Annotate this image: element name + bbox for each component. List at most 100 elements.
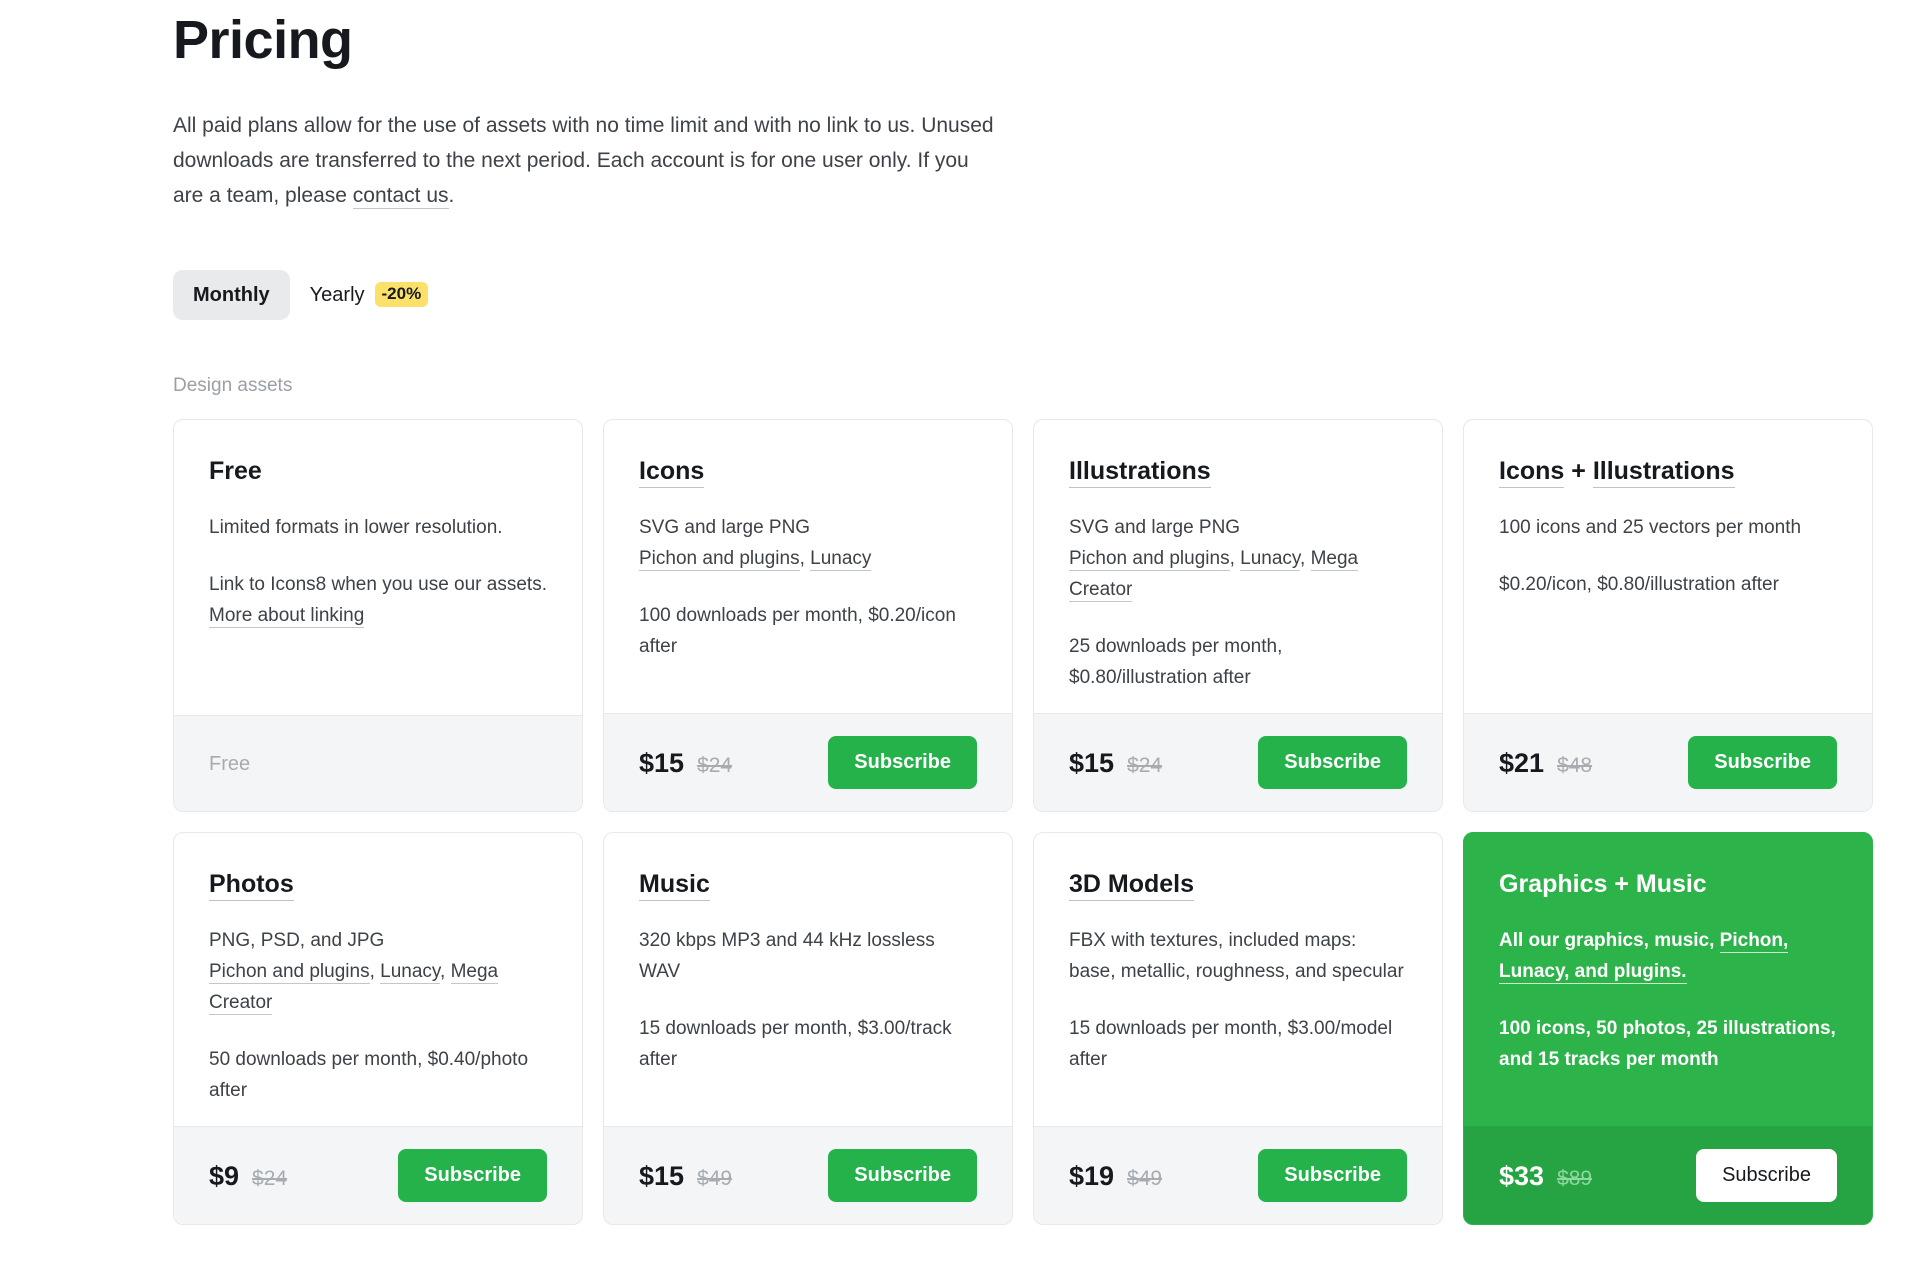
price-original-strikethrough: $49 — [697, 1166, 733, 1190]
pricing-card-text: 50 downloads per month, $0.40/photo afte… — [209, 1044, 547, 1106]
pricing-card-link[interactable]: Lunacy — [1240, 548, 1300, 571]
pricing-card-text-segment: FBX with textures, included maps: base, … — [1069, 930, 1404, 982]
subscribe-button[interactable]: Subscribe — [1258, 736, 1407, 789]
price-block: $33 $89 — [1499, 1160, 1592, 1192]
subscribe-button[interactable]: Subscribe — [1696, 1149, 1837, 1202]
discount-badge: -20% — [374, 282, 429, 307]
pricing-card-text-segment: All our graphics, music, — [1499, 930, 1720, 951]
pricing-card-footer: $19 $49 Subscribe — [1034, 1126, 1442, 1224]
pricing-card: 3D Models FBX with textures, included map… — [1033, 832, 1443, 1225]
subscribe-button[interactable]: Subscribe — [398, 1149, 547, 1202]
pricing-card-link[interactable]: Lunacy — [380, 961, 440, 984]
subscribe-button[interactable]: Subscribe — [1688, 736, 1837, 789]
billing-toggle-yearly-label: Yearly — [309, 283, 365, 306]
pricing-card-text: 15 downloads per month, $3.00/model afte… — [1069, 1013, 1407, 1075]
pricing-card-title-text: Free — [209, 457, 262, 485]
pricing-card-link[interactable]: More about linking — [209, 605, 365, 628]
billing-toggle-monthly[interactable]: Monthly — [173, 269, 290, 320]
pricing-card: Illustrations SVG and large PNG Pichon and… — [1033, 419, 1443, 812]
pricing-card-link[interactable]: Pichon and plugins — [639, 548, 800, 571]
pricing-card-footer: $15 $49 Subscribe — [604, 1126, 1012, 1224]
pricing-card-body: 3D Models FBX with textures, included map… — [1034, 833, 1442, 1126]
price-free-label: Free — [209, 752, 251, 775]
pricing-card-text: SVG and large PNG Pichon and plugins, Lun… — [639, 512, 977, 574]
pricing-card-text: Link to Icons8 when you use our assets. … — [209, 569, 547, 631]
pricing-card-title-text[interactable]: Illustrations — [1069, 457, 1211, 488]
price-current: $15 — [639, 747, 685, 778]
pricing-card-link[interactable]: Pichon and plugins — [1069, 548, 1230, 571]
pricing-card-title: Illustrations — [1069, 456, 1211, 488]
pricing-card-title-text: Graphics + Music — [1499, 870, 1707, 898]
intro-text-part2: . — [448, 184, 455, 207]
pricing-card-text: 25 downloads per month, $0.80/illustrati… — [1069, 631, 1407, 693]
pricing-card-footer: $33 $89 Subscribe — [1464, 1126, 1872, 1224]
subscribe-button[interactable]: Subscribe — [828, 1149, 977, 1202]
pricing-card-text: FBX with textures, included maps: base, … — [1069, 925, 1407, 987]
pricing-card-text-segment: 100 downloads per month, $0.20/icon afte… — [639, 605, 956, 657]
price-current: $19 — [1069, 1160, 1115, 1191]
pricing-card-text-segment: , — [799, 548, 811, 569]
pricing-card-text-segment: 320 kbps MP3 and 44 kHz lossless WAV — [639, 930, 935, 982]
pricing-card-title: Icons + Illustrations — [1499, 456, 1735, 488]
pricing-card-body: Music 320 kbps MP3 and 44 kHz lossless WA… — [604, 833, 1012, 1126]
price-block: $15 $24 — [1069, 747, 1162, 779]
pricing-card-text: 15 downloads per month, $3.00/track afte… — [639, 1013, 977, 1075]
pricing-card-title-part[interactable]: Icons — [1499, 457, 1565, 488]
pricing-card-title-text[interactable]: Icons — [639, 457, 705, 488]
price-block: $15 $24 — [639, 747, 732, 779]
pricing-card-text-segment: 25 downloads per month, $0.80/illustrati… — [1069, 636, 1283, 688]
pricing-card-title-part[interactable]: Illustrations — [1592, 457, 1735, 488]
pricing-card-text-segment: PNG, PSD, and JPG — [209, 930, 385, 951]
price-original-strikethrough: $24 — [1127, 753, 1163, 777]
pricing-card: Icons SVG and large PNG Pichon and plugins… — [603, 419, 1013, 812]
pricing-card-title-text[interactable]: Music — [639, 870, 710, 901]
price-original-strikethrough: $89 — [1557, 1166, 1593, 1190]
pricing-card-text: All our graphics, music, Pichon, Lunacy,… — [1499, 925, 1837, 987]
pricing-card-title-text[interactable]: 3D Models — [1069, 870, 1195, 901]
intro-paragraph: All paid plans allow for the use of asse… — [173, 108, 1003, 213]
page-title: Pricing — [173, 10, 353, 70]
price-current: $15 — [639, 1160, 685, 1191]
pricing-card-text: 100 icons, 50 photos, 25 illustrations, … — [1499, 1013, 1837, 1075]
pricing-card-body: Icons SVG and large PNG Pichon and plugins… — [604, 420, 1012, 713]
pricing-card-text: SVG and large PNG Pichon and plugins, Lun… — [1069, 512, 1407, 605]
pricing-card-text-segment: 15 downloads per month, $3.00/model afte… — [1069, 1018, 1393, 1070]
pricing-card-text: Limited formats in lower resolution. — [209, 512, 547, 543]
pricing-card-title: 3D Models — [1069, 869, 1195, 901]
price-original-strikethrough: $24 — [252, 1166, 288, 1190]
pricing-card-text-segment: Link to Icons8 when you use our assets. — [209, 574, 547, 595]
price-current: $21 — [1499, 747, 1545, 778]
pricing-card-text-segment: 100 icons, 50 photos, 25 illustrations, … — [1499, 1018, 1836, 1070]
pricing-card-text: $0.20/icon, $0.80/illustration after — [1499, 569, 1837, 600]
pricing-card-text-segment: SVG and large PNG — [639, 517, 811, 538]
pricing-card-text: 320 kbps MP3 and 44 kHz lossless WAV — [639, 925, 977, 987]
pricing-card-body: Photos PNG, PSD, and JPG Pichon and plugin… — [174, 833, 582, 1126]
price-original-strikethrough: $24 — [697, 753, 733, 777]
billing-toggle-yearly[interactable]: Yearly -20% — [290, 269, 449, 320]
pricing-card-text-segment: 50 downloads per month, $0.40/photo afte… — [209, 1049, 529, 1101]
pricing-card-footer: $21 $48 Subscribe — [1464, 713, 1872, 811]
pricing-card-link[interactable]: Lunacy — [810, 548, 872, 571]
pricing-card-text: 100 downloads per month, $0.20/icon afte… — [639, 600, 977, 662]
pricing-card: Photos PNG, PSD, and JPG Pichon and plugin… — [173, 832, 583, 1225]
pricing-card-text-segment: , — [1300, 548, 1311, 569]
pricing-card-body: Icons + Illustrations 100 icons and 25 ve… — [1464, 420, 1872, 713]
price-current: $9 — [209, 1160, 240, 1191]
subscribe-button[interactable]: Subscribe — [828, 736, 977, 789]
pricing-card-text-segment: 15 downloads per month, $3.00/track afte… — [639, 1018, 952, 1070]
intro-text-part1: All paid plans allow for the use of asse… — [173, 114, 994, 207]
pricing-card-title: Graphics + Music — [1499, 869, 1707, 899]
pricing-card: Icons + Illustrations 100 icons and 25 ve… — [1463, 419, 1873, 812]
price-original-strikethrough: $49 — [1127, 1166, 1163, 1190]
price-block: Free — [209, 752, 250, 776]
pricing-card-text-segment: , — [440, 961, 451, 982]
contact-us-link[interactable]: contact us — [352, 184, 449, 209]
pricing-card-footer: $15 $24 Subscribe — [1034, 713, 1442, 811]
billing-period-toggle[interactable]: Monthly Yearly -20% — [173, 269, 448, 320]
subscribe-button[interactable]: Subscribe — [1258, 1149, 1407, 1202]
pricing-card-text: 100 icons and 25 vectors per month — [1499, 512, 1837, 543]
pricing-card-link[interactable]: Pichon and plugins — [209, 961, 370, 984]
pricing-card-text: PNG, PSD, and JPG Pichon and plugins, Lun… — [209, 925, 547, 1018]
pricing-card-title-text[interactable]: Photos — [209, 870, 294, 901]
price-block: $21 $48 — [1499, 747, 1592, 779]
